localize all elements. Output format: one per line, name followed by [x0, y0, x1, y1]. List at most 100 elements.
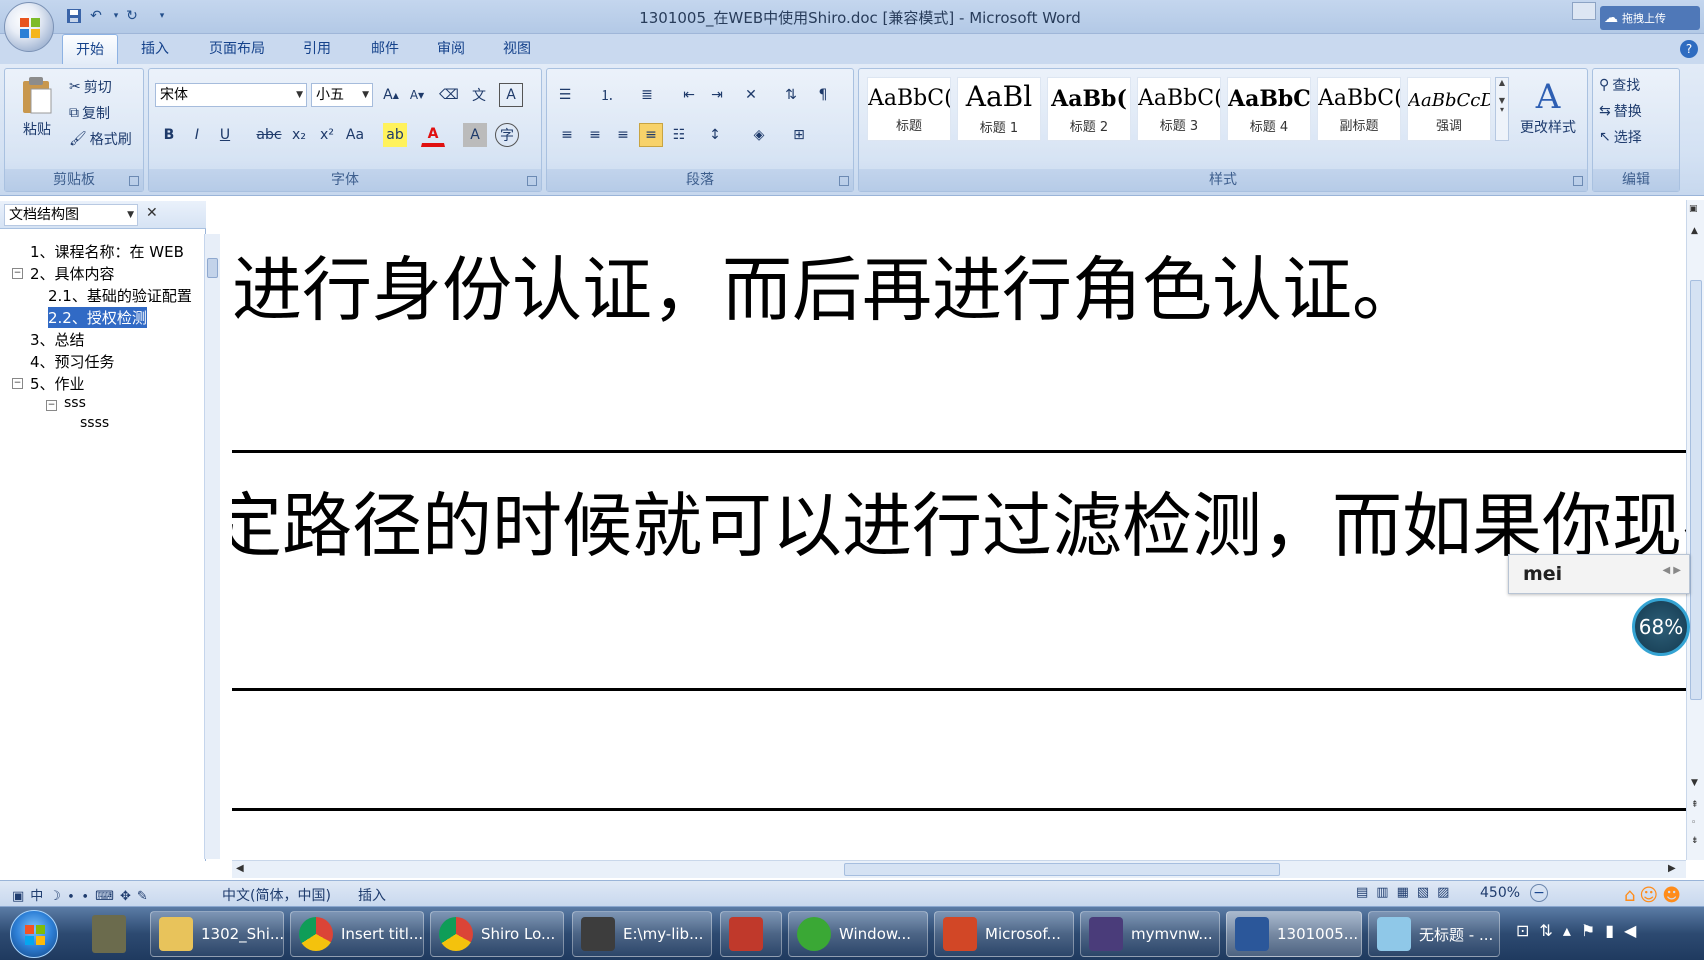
save-icon[interactable]	[64, 6, 84, 26]
view-buttons-icons[interactable]: ▤▥▦▧▨	[1356, 885, 1457, 900]
line-spacing-icon[interactable]: ↕	[703, 123, 727, 147]
nav-item-5-1[interactable]: sss	[64, 395, 86, 411]
scroll-down-icon[interactable]: ▼	[1691, 778, 1698, 788]
replace-button[interactable]: ⇆ 替换	[1599, 101, 1642, 121]
scroll-thumb[interactable]	[1690, 280, 1702, 700]
close-icon[interactable]: ✕	[146, 205, 162, 223]
strikethrough-icon[interactable]: abc	[256, 123, 281, 147]
collapse-icon[interactable]: −	[46, 400, 57, 411]
scroll-up-icon[interactable]: ▲	[1691, 226, 1698, 236]
show-marks-icon[interactable]: ¶	[811, 83, 835, 107]
cut-button[interactable]: ✂ 剪切	[69, 77, 112, 97]
document-map-scrollbar[interactable]	[204, 234, 220, 859]
scroll-right-icon[interactable]: ▶	[1668, 863, 1676, 874]
taskbar-item-sublime[interactable]: E:\my-lib...	[572, 911, 712, 957]
bold-icon[interactable]: B	[157, 123, 181, 147]
style-heading-3[interactable]: AaBbC(标题 3	[1137, 77, 1221, 141]
horizontal-scrollbar[interactable]: ◀ ▶	[232, 860, 1686, 878]
ruler-toggle-icon[interactable]: ▣	[1689, 204, 1702, 216]
collapse-icon[interactable]: −	[12, 268, 23, 279]
char-border-icon[interactable]: A	[499, 83, 523, 107]
superscript-icon[interactable]: x²	[315, 123, 339, 147]
taskbar-item-chrome-1[interactable]: Insert titl...	[290, 911, 424, 957]
tab-home[interactable]: 开始	[62, 34, 118, 64]
style-heading-4[interactable]: AaBbC(标题 4	[1227, 77, 1311, 141]
increase-indent-icon[interactable]: ⇥	[705, 83, 729, 107]
ime-candidate-window[interactable]: mei ◀ ▶	[1508, 554, 1690, 594]
font-size-combo[interactable]: 小五 ▼	[311, 83, 373, 107]
taskbar-item-app[interactable]	[720, 911, 782, 957]
dialog-launcher-icon[interactable]	[1573, 176, 1583, 186]
taskbar-item-chrome-2[interactable]: Shiro Lo...	[430, 911, 564, 957]
collapse-icon[interactable]: −	[12, 378, 23, 389]
distributed-icon[interactable]: ☷	[667, 123, 691, 147]
tray-emoji-icons[interactable]: ⌂☺☻	[1624, 885, 1704, 907]
minimize-button[interactable]	[1572, 2, 1596, 20]
zoom-out-icon[interactable]: −	[1530, 884, 1548, 902]
nav-item-5[interactable]: 5、作业	[30, 373, 85, 394]
insert-mode-status[interactable]: 插入	[358, 885, 386, 905]
help-icon[interactable]: ?	[1680, 40, 1698, 58]
style-emphasis[interactable]: AaBbCcD(强调	[1407, 77, 1491, 141]
style-subtitle[interactable]: AaBbC(副标题	[1317, 77, 1401, 141]
char-shading-icon[interactable]: A	[463, 123, 487, 147]
font-color-icon[interactable]: A	[421, 123, 445, 147]
font-name-combo[interactable]: 宋体 ▼	[155, 83, 307, 107]
italic-icon[interactable]: I	[185, 123, 209, 147]
taskbar-item-powerpoint[interactable]: Microsof...	[934, 911, 1074, 957]
taskbar-item-explorer[interactable]: 1302_Shi...	[150, 911, 284, 957]
vertical-scrollbar[interactable]: ▣ ▲ ▼ ⇞ ◦ ⇟	[1686, 200, 1704, 860]
nav-item-4[interactable]: 4、预习任务	[30, 351, 115, 372]
grow-font-icon[interactable]: A ▲	[379, 83, 403, 107]
previous-page-icon[interactable]: ⇞	[1691, 800, 1699, 810]
chinese-layout-icon[interactable]: ✕	[739, 83, 763, 107]
ime-toolbar-icons[interactable]: ▣中☽∙∙⌨✥✎	[12, 885, 154, 904]
scroll-thumb[interactable]	[207, 258, 218, 278]
scroll-thumb[interactable]	[844, 863, 1280, 876]
nav-item-1[interactable]: 1、课程名称：在 WEB	[30, 241, 184, 262]
style-heading-2[interactable]: AaBb(标题 2	[1047, 77, 1131, 141]
tab-view[interactable]: 视图	[492, 34, 542, 64]
enclose-char-icon[interactable]: 字	[495, 123, 519, 147]
paste-button[interactable]: 粘贴	[13, 75, 61, 153]
customize-icon[interactable]: ▾	[152, 6, 172, 26]
copy-button[interactable]: ⧉ 复制	[69, 103, 110, 123]
tab-page-layout[interactable]: 页面布局	[200, 34, 274, 64]
browse-object-icon[interactable]: ◦	[1691, 818, 1696, 828]
shrink-font-icon[interactable]: A ▼	[405, 83, 429, 107]
underline-icon[interactable]: U	[213, 123, 237, 147]
style-heading-1[interactable]: AaBl 标题 1	[957, 77, 1041, 141]
phonetic-guide-icon[interactable]: 文	[467, 83, 491, 107]
shading-icon[interactable]: ◈	[747, 123, 771, 147]
nav-item-2-1[interactable]: 2.1、基础的验证配置	[48, 285, 192, 306]
align-right-icon[interactable]: ≡	[611, 123, 635, 147]
style-title[interactable]: AaBbC(标题	[867, 77, 951, 141]
styles-scroll[interactable]: ▲ ▼ ▾	[1495, 77, 1509, 141]
dialog-launcher-icon[interactable]	[129, 176, 139, 186]
tab-references[interactable]: 引用	[292, 34, 342, 64]
nav-item-3[interactable]: 3、总结	[30, 329, 85, 350]
format-painter-button[interactable]: 🖌 格式刷	[69, 129, 132, 149]
upload-button[interactable]: ☁ 拖拽上传	[1600, 6, 1700, 30]
sort-icon[interactable]: ⇅	[779, 83, 803, 107]
change-styles-button[interactable]: A 更改样式	[1513, 73, 1583, 163]
nav-item-2[interactable]: 2、具体内容	[30, 263, 115, 284]
start-button[interactable]	[10, 910, 58, 958]
nav-item-5-1-1[interactable]: ssss	[80, 415, 109, 431]
multilevel-list-icon[interactable]: ≣	[635, 83, 659, 107]
dialog-launcher-icon[interactable]	[527, 176, 537, 186]
next-page-icon[interactable]: ⇟	[1691, 836, 1699, 846]
tab-mailings[interactable]: 邮件	[360, 34, 410, 64]
redo-icon[interactable]: ↻	[122, 6, 142, 26]
justify-icon[interactable]: ≡	[639, 123, 663, 147]
language-status[interactable]: 中文(简体，中国)	[222, 885, 331, 905]
pane-mode-select[interactable]: 文档结构图 ▼	[4, 204, 138, 226]
tab-insert[interactable]: 插入	[130, 34, 180, 64]
clear-format-icon[interactable]: ⌫	[437, 83, 461, 107]
select-button[interactable]: ↖ 选择	[1599, 127, 1642, 147]
highlight-icon[interactable]: ab	[383, 123, 407, 147]
document-page[interactable]: 进行身份认证，而后再进行角色认证。 定路径的时候就可以进行过滤检测，而如果你现在	[232, 204, 1686, 860]
ime-page-arrows-icon[interactable]: ◀ ▶	[1662, 565, 1681, 576]
bullets-icon[interactable]: ☰	[553, 83, 577, 107]
pinned-app-icon[interactable]	[92, 915, 126, 953]
